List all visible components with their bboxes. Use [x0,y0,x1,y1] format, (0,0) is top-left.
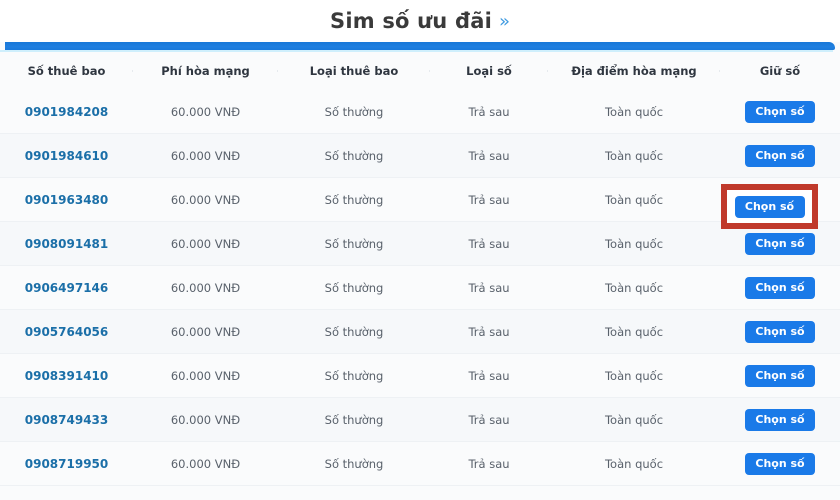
cell-sub_type: Số thường [324,236,384,251]
action-cell: Chọn số [720,364,840,387]
cell-location: Toàn quốc [604,412,664,427]
select-number-button[interactable]: Chọn số [745,364,815,387]
select-number-button-highlighted[interactable]: Chọn số [734,195,805,218]
highlighted-action-cell[interactable]: Chọn số [721,184,818,229]
cell-num_type: Trả sau [468,148,510,163]
action-cell: Chọn số [720,276,840,299]
cell-sub_type: Số thường [324,280,384,295]
cell-msisdn[interactable]: 0901984208 [0,105,133,119]
column-header-action: Giữ số [759,64,801,78]
cell-fee: 60.000 VNĐ [170,456,241,471]
table-row: 0908391410 60.000 VNĐ Số thường Trả sau Toàn… [0,354,840,398]
cell-location: Toàn quốc [604,236,664,251]
action-cell: Chọn số [720,232,840,255]
cell-location: Toàn quốc [604,324,664,339]
cell-msisdn[interactable]: 0906497146 [0,281,133,295]
cell-location: Toàn quốc [604,104,664,119]
cell-num_type: Trả sau [468,192,510,207]
cell-fee: 60.000 VNĐ [170,280,241,295]
select-number-button[interactable]: Chọn số [745,232,815,255]
select-number-button[interactable]: Chọn số [745,144,815,167]
cell-num_type: Trả sau [468,104,510,119]
cell-msisdn[interactable]: 0905764056 [0,325,133,339]
cell-num_type: Trả sau [468,280,510,295]
cell-msisdn[interactable]: 0908719950 [0,457,133,471]
column-header-location: Địa điểm hòa mạng [548,64,720,78]
cell-location: Toàn quốc [604,368,664,383]
cell-sub_type: Số thường [324,456,384,471]
sim-table: Số thuê bao Phí hòa mạng Loại thuê bao Loại… [0,42,840,500]
select-number-button[interactable]: Chọn số [745,276,815,299]
cell-fee: 60.000 VNĐ [170,236,241,251]
column-header-sub_type: Loại thuê bao [278,64,430,78]
page-title-text: Sim số ưu đãi [330,9,492,33]
table-row: 0908749433 60.000 VNĐ Số thường Trả sau Toàn… [0,398,840,442]
cell-sub_type: Số thường [324,368,384,383]
cell-fee: 60.000 VNĐ [170,104,241,119]
cell-sub_type: Số thường [324,148,384,163]
column-header-fee: Phí hòa mạng [133,64,278,78]
table-row: 0906497146 60.000 VNĐ Số thường Trả sau Toàn… [0,266,840,310]
table-row: 0901984610 60.000 VNĐ Số thường Trả sau Toàn… [0,134,840,178]
cell-sub_type: Số thường [324,412,384,427]
select-number-button[interactable]: Chọn số [745,100,815,123]
cell-location: Toàn quốc [604,148,664,163]
cell-num_type: Trả sau [468,456,510,471]
cell-fee: 60.000 VNĐ [170,324,241,339]
select-number-button[interactable]: Chọn số [745,320,815,343]
action-cell: Chọn số [720,452,840,475]
cell-fee: 60.000 VNĐ [170,148,241,163]
column-header-msisdn: Số thuê bao [0,64,133,78]
table-row: 0901984208 60.000 VNĐ Số thường Trả sau Toàn… [0,90,840,134]
table-row: 0905764056 60.000 VNĐ Số thường Trả sau Toàn… [0,310,840,354]
cell-location: Toàn quốc [604,456,664,471]
table-accent-bar [5,42,835,50]
action-cell: Chọn số [720,100,840,123]
table-row: 0908091481 60.000 VNĐ Số thường Trả sau Toàn… [0,222,840,266]
double-chevron-right-icon: » [498,11,510,32]
cell-num_type: Trả sau [468,236,510,251]
cell-msisdn[interactable]: 0908749433 [0,413,133,427]
select-number-button[interactable]: Chọn số [745,452,815,475]
select-number-button[interactable]: Chọn số [745,408,815,431]
cell-num_type: Trả sau [468,412,510,427]
cell-sub_type: Số thường [324,104,384,119]
table-body: 0901984208 60.000 VNĐ Số thường Trả sau Toàn… [0,90,840,486]
cell-fee: 60.000 VNĐ [170,192,241,207]
table-header-row: Số thuê bao Phí hòa mạng Loại thuê bao Loại… [0,52,840,91]
action-cell: Chọn số [720,408,840,431]
cell-sub_type: Số thường [324,324,384,339]
cell-msisdn[interactable]: 0908091481 [0,237,133,251]
cell-sub_type: Số thường [324,192,384,207]
cell-msisdn[interactable]: 0901963480 [0,193,133,207]
cell-fee: 60.000 VNĐ [170,368,241,383]
page-title: Sim số ưu đãi » [0,0,840,42]
cell-location: Toàn quốc [604,192,664,207]
cell-msisdn[interactable]: 0908391410 [0,369,133,383]
table-row: 0901963480 60.000 VNĐ Số thường Trả sau Toàn… [0,178,840,222]
action-cell: Chọn số [720,144,840,167]
table-row: 0908719950 60.000 VNĐ Số thường Trả sau Toàn… [0,442,840,486]
column-header-num_type: Loại số [430,64,548,78]
cell-location: Toàn quốc [604,280,664,295]
cell-msisdn[interactable]: 0901984610 [0,149,133,163]
cell-num_type: Trả sau [468,368,510,383]
cell-num_type: Trả sau [468,324,510,339]
action-cell: Chọn số [720,320,840,343]
cell-fee: 60.000 VNĐ [170,412,241,427]
